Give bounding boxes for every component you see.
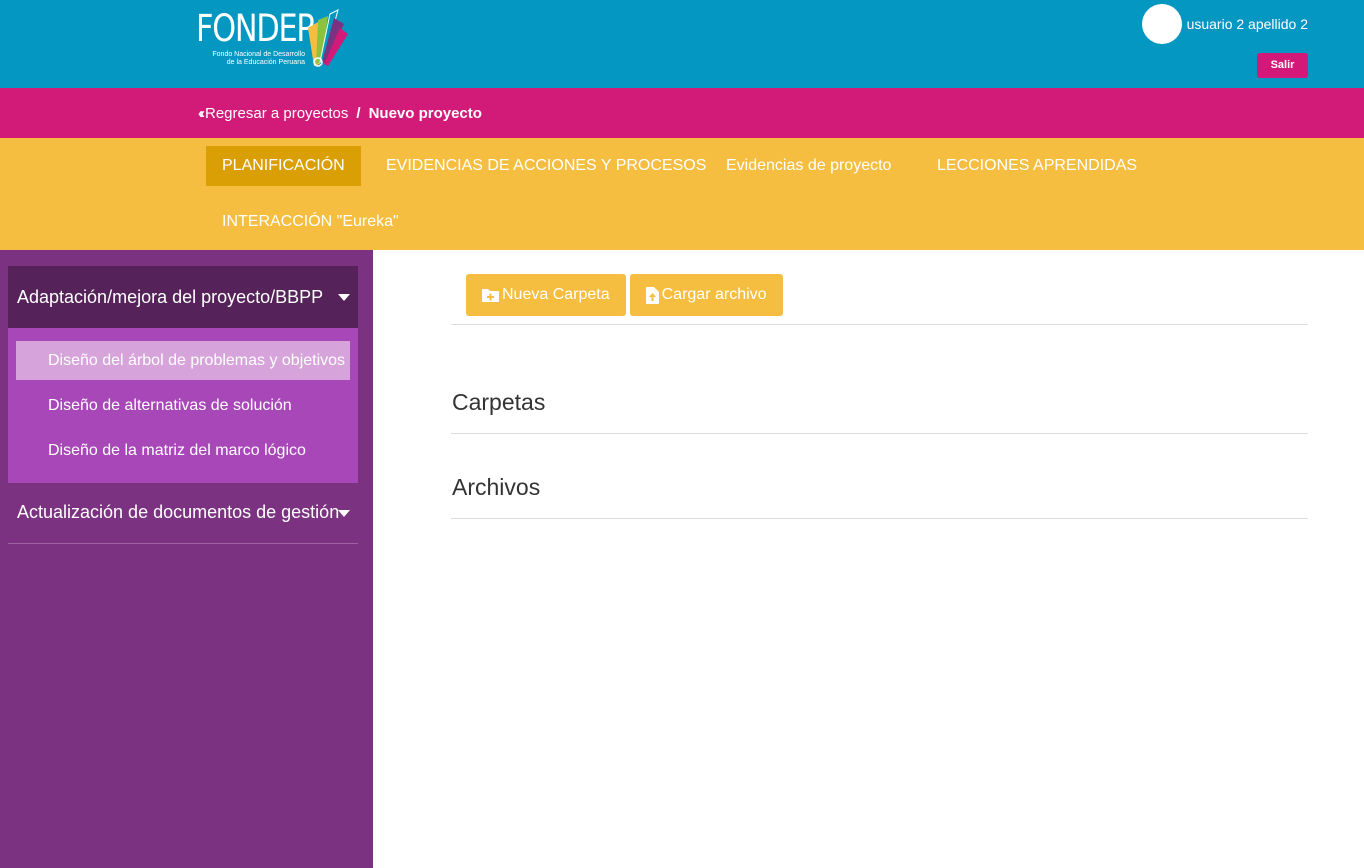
breadcrumb-current: Nuevo proyecto bbox=[368, 105, 482, 122]
caret-down-icon bbox=[338, 510, 350, 517]
tab-lecciones[interactable]: LECCIONES APRENDIDAS bbox=[921, 146, 1153, 186]
breadcrumb: ‹‹ Regresar a proyectos / Nuevo proyecto bbox=[198, 105, 482, 122]
sidebar-item-matriz[interactable]: Diseño de la matriz del marco lógico bbox=[16, 431, 350, 470]
double-chevron-left-icon: ‹‹ bbox=[198, 105, 205, 122]
sidebar-group-adaptacion[interactable]: Adaptación/mejora del proyecto/BBPP bbox=[8, 266, 358, 328]
tab-evidencias-proyecto[interactable]: Evidencias de proyecto bbox=[710, 146, 907, 186]
back-link-label: Regresar a proyectos bbox=[205, 105, 349, 122]
breadcrumb-bar: ‹‹ Regresar a proyectos / Nuevo proyecto bbox=[0, 88, 1364, 138]
tab-evidencias-acciones[interactable]: EVIDENCIAS DE ACCIONES Y PROCESOS bbox=[370, 146, 722, 186]
files-divider bbox=[451, 518, 1308, 519]
logo-subtitle: Fondo Nacional de Desarrollo de la Educa… bbox=[212, 51, 305, 66]
folder-plus-icon bbox=[482, 289, 499, 302]
sidebar-group-actualizacion[interactable]: Actualización de documentos de gestión bbox=[8, 482, 358, 544]
folders-title: Carpetas bbox=[452, 389, 546, 415]
user-name[interactable]: usuario 2 apellido 2 bbox=[1187, 16, 1308, 32]
sidebar-submenu: Diseño del árbol de problemas y objetivo… bbox=[8, 328, 358, 483]
new-folder-button[interactable]: Nueva Carpeta bbox=[466, 274, 626, 316]
new-folder-label: Nueva Carpeta bbox=[502, 286, 610, 303]
sidebar-item-arbol-problemas[interactable]: Diseño del árbol de problemas y objetivo… bbox=[16, 341, 350, 380]
user-area[interactable]: usuario 2 apellido 2 bbox=[1141, 4, 1308, 44]
tab-interaccion-eureka[interactable]: INTERACCIÓN "Eureka" bbox=[206, 202, 415, 242]
logo-books-icon bbox=[308, 9, 348, 67]
sidebar: Adaptación/mejora del proyecto/BBPP Dise… bbox=[0, 250, 373, 868]
caret-down-icon bbox=[338, 294, 350, 301]
upload-file-label: Cargar archivo bbox=[661, 286, 767, 303]
logout-button[interactable]: Salir bbox=[1257, 53, 1308, 78]
file-upload-icon bbox=[645, 286, 659, 304]
sidebar-item-alternativas[interactable]: Diseño de alternativas de solución bbox=[16, 386, 350, 425]
avatar[interactable] bbox=[1141, 4, 1182, 44]
file-toolbar: Nueva Carpeta Cargar archivo bbox=[466, 274, 783, 316]
fondep-logo[interactable]: FONDEP Fondo Nacional de Desarrollo de l… bbox=[196, 6, 356, 72]
upload-file-button[interactable]: Cargar archivo bbox=[629, 274, 783, 316]
sidebar-group-label: Actualización de documentos de gestión bbox=[17, 502, 340, 522]
back-to-projects-link[interactable]: ‹‹ Regresar a proyectos bbox=[198, 105, 348, 122]
folders-divider bbox=[451, 433, 1308, 434]
top-header: FONDEP Fondo Nacional de Desarrollo de l… bbox=[0, 0, 1364, 88]
tabs-bar: PLANIFICACIÓN EVIDENCIAS DE ACCIONES Y P… bbox=[0, 138, 1364, 250]
logo-wordmark: FONDEP bbox=[196, 7, 315, 50]
toolbar-divider bbox=[451, 324, 1308, 325]
breadcrumb-separator: / bbox=[356, 105, 361, 122]
sidebar-group-label: Adaptación/mejora del proyecto/BBPP bbox=[17, 286, 324, 307]
tab-planificacion[interactable]: PLANIFICACIÓN bbox=[206, 146, 361, 186]
files-title: Archivos bbox=[452, 474, 541, 500]
